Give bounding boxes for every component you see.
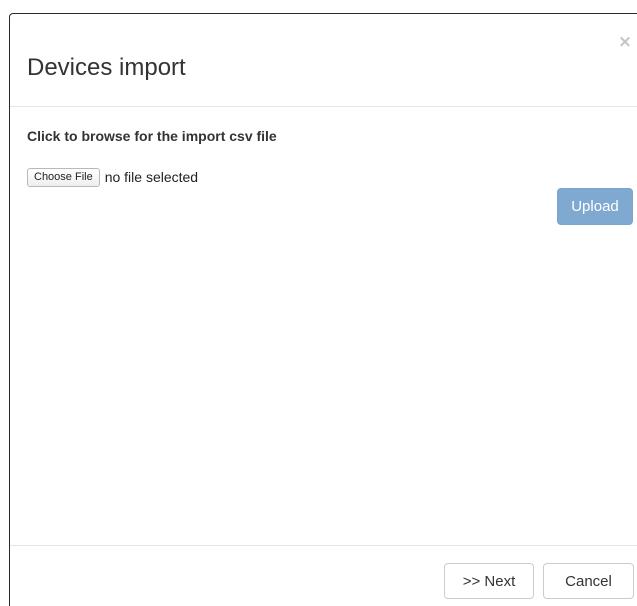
- browse-instruction: Click to browse for the import csv file: [27, 128, 277, 144]
- next-button[interactable]: >> Next: [444, 563, 534, 599]
- dialog-header: Devices import ×: [10, 14, 637, 107]
- dialog-title: Devices import: [27, 54, 186, 81]
- backdrop: [0, 0, 637, 14]
- file-status-text: no file selected: [104, 169, 199, 185]
- cancel-button[interactable]: Cancel: [543, 563, 634, 599]
- file-input: Choose File no file selected: [27, 167, 198, 187]
- dialog-footer: >> Next Cancel: [10, 545, 637, 606]
- choose-file-button[interactable]: Choose File: [27, 167, 100, 187]
- devices-import-dialog: Devices import × Click to browse for the…: [9, 13, 637, 606]
- close-icon[interactable]: ×: [617, 32, 633, 52]
- page-frame: Devices import × Click to browse for the…: [0, 0, 637, 606]
- upload-button[interactable]: Upload: [557, 188, 633, 225]
